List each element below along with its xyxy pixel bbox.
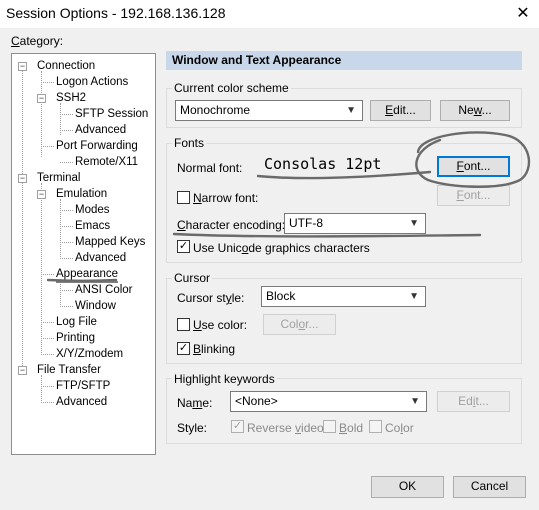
tree-item[interactable]: FTP/SFTP xyxy=(56,379,110,393)
reverse-video-checkbox[interactable]: ✓ xyxy=(231,420,244,433)
minus-expander-icon[interactable]: − xyxy=(37,190,46,199)
normal-font-value: Consolas 12pt xyxy=(264,155,382,173)
highlight-group-label: Highlight keywords xyxy=(172,372,277,386)
minus-expander-icon[interactable]: − xyxy=(18,62,27,71)
minus-expander-icon[interactable]: − xyxy=(18,174,27,183)
color-label: Color xyxy=(385,421,414,435)
tree-item[interactable]: Port Forwarding xyxy=(56,139,138,153)
tree-item[interactable]: SFTP Session xyxy=(75,107,148,121)
bold-checkbox[interactable] xyxy=(323,420,336,433)
chevron-down-icon: ▼ xyxy=(346,105,356,116)
keyword-edit-button[interactable]: Edit... xyxy=(437,391,510,412)
chevron-down-icon: ▼ xyxy=(409,218,419,229)
unicode-graphics-label: Use Unicode graphics characters xyxy=(193,241,370,255)
minus-expander-icon[interactable]: − xyxy=(18,366,27,375)
tree-item[interactable]: SSH2 xyxy=(56,91,86,105)
color-checkbox[interactable] xyxy=(369,420,382,433)
keyword-name-value: <None> xyxy=(235,394,278,408)
encoding-label: Character encoding: xyxy=(177,218,286,232)
color-scheme-group-label: Current color scheme xyxy=(172,81,291,95)
category-label: Category: xyxy=(11,34,64,48)
minus-expander-icon[interactable]: − xyxy=(37,94,46,103)
color-scheme-value: Monochrome xyxy=(180,103,251,117)
blinking-label: Blinking xyxy=(193,342,236,356)
keyword-name-label: Name: xyxy=(177,396,213,410)
encoding-value: UTF-8 xyxy=(289,216,323,230)
tree-item[interactable]: Advanced xyxy=(75,123,126,137)
narrow-font-checkbox[interactable] xyxy=(177,191,190,204)
close-icon[interactable]: ✕ xyxy=(513,3,533,23)
normal-font-button[interactable]: Font... xyxy=(437,156,510,177)
tree-item[interactable]: File Transfer xyxy=(37,363,101,377)
tree-item[interactable]: Terminal xyxy=(37,171,80,185)
tree-item[interactable]: Emacs xyxy=(75,219,110,233)
edit-scheme-button[interactable]: Edit... xyxy=(370,100,431,121)
tree-item[interactable]: Emulation xyxy=(56,187,107,201)
tree-item[interactable]: Appearance xyxy=(56,267,119,283)
tree-item[interactable]: Modes xyxy=(75,203,110,217)
blinking-checkbox[interactable]: ✓ xyxy=(177,342,190,355)
tree-item[interactable]: Log File xyxy=(56,315,97,329)
tree-item[interactable]: Mapped Keys xyxy=(75,235,145,249)
cursor-color-button[interactable]: Color... xyxy=(263,314,336,335)
ok-button[interactable]: OK xyxy=(371,476,444,498)
category-tree[interactable]: − Connection Logon Actions − SSH2 SFTP Sessio… xyxy=(11,53,156,455)
fonts-group-label: Fonts xyxy=(172,136,207,150)
bold-label: Bold xyxy=(339,421,364,435)
use-color-label: Use color: xyxy=(193,318,248,332)
color-scheme-select[interactable]: Monochrome ▼ xyxy=(175,100,363,121)
cursor-group-label: Cursor xyxy=(172,271,213,285)
tree-item[interactable]: Connection xyxy=(37,59,95,73)
tree-item[interactable]: ANSI Color xyxy=(75,283,133,297)
tree-item[interactable]: X/Y/Zmodem xyxy=(56,347,123,361)
cursor-style-label: Cursor style: xyxy=(177,291,245,305)
cancel-button[interactable]: Cancel xyxy=(453,476,526,498)
tree-item[interactable]: Printing xyxy=(56,331,95,345)
window-title: Session Options - 192.168.136.128 xyxy=(6,5,226,21)
chevron-down-icon: ▼ xyxy=(409,291,419,302)
narrow-font-label: Narrow font: xyxy=(193,191,259,205)
tree-item[interactable]: Advanced xyxy=(56,395,107,409)
tree-item[interactable]: Logon Actions xyxy=(56,75,128,89)
unicode-graphics-checkbox[interactable]: ✓ xyxy=(177,240,190,253)
tree-item[interactable]: Remote/X11 xyxy=(75,155,138,169)
narrow-font-button[interactable]: Font... xyxy=(437,185,510,206)
tree-item[interactable]: Advanced xyxy=(75,251,126,265)
normal-font-label: Normal font: xyxy=(177,161,243,175)
cursor-style-value: Block xyxy=(266,289,296,303)
chevron-down-icon: ▼ xyxy=(410,396,420,407)
section-header: Window and Text Appearance xyxy=(166,51,522,70)
cursor-style-select[interactable]: Block ▼ xyxy=(261,286,426,307)
keyword-style-label: Style: xyxy=(177,421,208,435)
use-color-checkbox[interactable] xyxy=(177,318,190,331)
new-scheme-button[interactable]: New... xyxy=(440,100,510,121)
keyword-name-select[interactable]: <None> ▼ xyxy=(230,391,427,412)
encoding-select[interactable]: UTF-8 ▼ xyxy=(284,213,426,234)
reverse-video-label: Reverse video xyxy=(247,421,324,435)
tree-item[interactable]: Window xyxy=(75,299,116,313)
